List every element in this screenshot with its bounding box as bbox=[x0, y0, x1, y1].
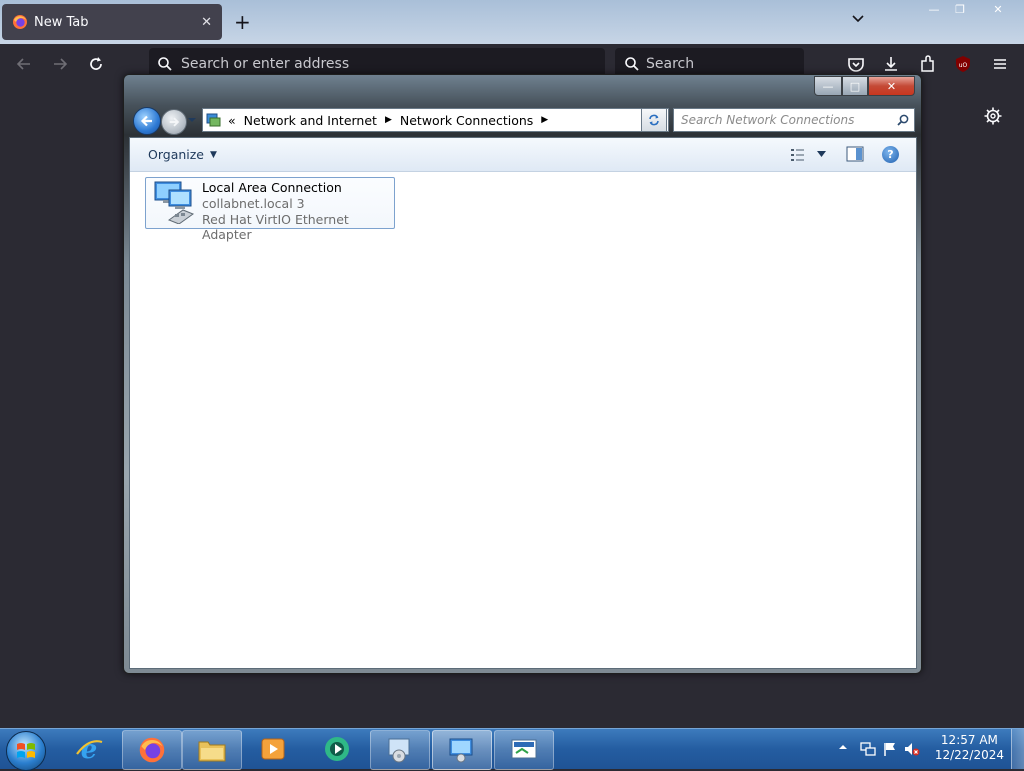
download-icon[interactable] bbox=[881, 54, 901, 74]
maximize-icon: □ bbox=[849, 79, 861, 93]
system-clock[interactable]: 12:57 AM 12/22/2024 bbox=[935, 733, 1004, 763]
gear-icon[interactable] bbox=[983, 106, 1003, 126]
command-bar: Organize ▼ ? bbox=[130, 138, 916, 172]
svg-text:e: e bbox=[81, 735, 98, 764]
tab-close-icon[interactable]: ✕ bbox=[201, 15, 212, 30]
window-restore-button[interactable]: ❐ bbox=[942, 0, 978, 18]
media-player-icon bbox=[261, 738, 285, 760]
network-icon[interactable] bbox=[860, 741, 876, 757]
back-arrow-icon[interactable] bbox=[14, 54, 34, 74]
close-button[interactable]: ✕ bbox=[868, 76, 915, 96]
file-explorer-icon bbox=[198, 741, 226, 762]
refresh-button[interactable] bbox=[641, 108, 667, 132]
firefox-icon bbox=[139, 737, 165, 763]
network-connections-icon bbox=[449, 738, 473, 763]
connection-network: collabnet.local 3 bbox=[202, 196, 305, 211]
restore-icon: ❐ bbox=[955, 2, 965, 16]
volume-muted-icon[interactable] bbox=[904, 741, 920, 757]
svg-text:uO: uO bbox=[959, 62, 968, 69]
action-center-flag-icon[interactable] bbox=[882, 741, 898, 757]
ublock-icon[interactable]: uO bbox=[953, 54, 973, 74]
preview-pane-icon[interactable] bbox=[846, 146, 864, 162]
network-adapter-icon bbox=[154, 181, 195, 224]
recent-pages-dropdown-icon[interactable] bbox=[187, 116, 197, 124]
show-desktop-button[interactable] bbox=[1011, 729, 1024, 769]
chevron-down-icon[interactable] bbox=[850, 10, 866, 26]
start-button[interactable] bbox=[6, 731, 46, 771]
breadcrumb-overflow[interactable]: « bbox=[228, 113, 236, 128]
search-placeholder: Search Network Connections bbox=[681, 113, 855, 127]
refresh-icon bbox=[649, 114, 659, 126]
breadcrumb-separator[interactable]: ▶ bbox=[385, 115, 392, 125]
search-icon bbox=[897, 114, 909, 126]
search-icon bbox=[625, 57, 639, 71]
search-network-connections-input[interactable]: Search Network Connections bbox=[673, 108, 915, 132]
forward-button[interactable] bbox=[161, 109, 187, 135]
forward-arrow-icon[interactable] bbox=[50, 54, 70, 74]
browser-tab[interactable]: New Tab ✕ bbox=[2, 4, 222, 40]
minimize-button[interactable]: — bbox=[814, 76, 842, 96]
notification-area: 12:57 AM 12/22/2024 bbox=[834, 729, 1024, 769]
organize-button[interactable]: Organize ▼ bbox=[148, 147, 217, 162]
maximize-button[interactable]: □ bbox=[842, 76, 868, 96]
tab-title: New Tab bbox=[34, 14, 89, 30]
address-bar[interactable]: « Network and Internet ▶ Network Connect… bbox=[202, 108, 669, 132]
taskbar-file-explorer[interactable] bbox=[182, 730, 242, 770]
taskbar-firefox[interactable] bbox=[122, 730, 182, 770]
minimize-icon: — bbox=[928, 2, 940, 16]
taskbar-media-player[interactable] bbox=[244, 730, 302, 768]
search-icon bbox=[158, 57, 172, 71]
taskbar: e 12:57 AM 12/22/2024 bbox=[0, 728, 1024, 771]
clock-time: 12:57 AM bbox=[940, 733, 998, 747]
menu-icon[interactable] bbox=[990, 54, 1010, 74]
firefox-icon bbox=[13, 15, 27, 29]
control-panel-icon bbox=[388, 738, 410, 763]
taskbar-control-panel[interactable] bbox=[370, 730, 430, 770]
pocket-icon[interactable] bbox=[846, 54, 866, 74]
taskbar-network-connections[interactable] bbox=[432, 730, 492, 770]
close-icon: ✕ bbox=[886, 79, 897, 93]
taskbar-chat-app[interactable] bbox=[308, 730, 366, 768]
chat-app-icon bbox=[325, 737, 349, 761]
network-connections-window[interactable]: — □ ✕ « Network and Internet ▶ Network C… bbox=[123, 74, 922, 674]
taskbar-internet-explorer[interactable]: e bbox=[60, 730, 118, 768]
breadcrumb-network-connections[interactable]: Network Connections bbox=[400, 113, 533, 128]
extensions-icon[interactable] bbox=[918, 54, 938, 74]
navigation-row: « Network and Internet ▶ Network Connect… bbox=[132, 107, 917, 135]
clock-date: 12/22/2024 bbox=[934, 748, 1004, 762]
reload-icon[interactable] bbox=[86, 54, 106, 74]
close-icon: ✕ bbox=[993, 2, 1003, 16]
chevron-down-icon: ▼ bbox=[210, 149, 217, 160]
breadcrumb-separator[interactable]: ▶ bbox=[541, 115, 548, 125]
search-placeholder: Search bbox=[646, 56, 695, 72]
browser-tab-bar: New Tab ✕ + — ❐ ✕ bbox=[0, 0, 1024, 44]
window-close-button[interactable]: ✕ bbox=[976, 0, 1020, 18]
internet-explorer-icon: e bbox=[76, 735, 103, 764]
content-pane[interactable]: Organize ▼ ? Local Area Connection colla… bbox=[129, 137, 917, 669]
back-arrow-icon bbox=[140, 115, 152, 127]
new-tab-button[interactable]: + bbox=[234, 10, 251, 34]
local-area-connection-item[interactable]: Local Area Connection collabnet.local 3 … bbox=[145, 177, 395, 242]
forward-arrow-icon bbox=[169, 117, 180, 127]
help-icon: ? bbox=[887, 148, 894, 161]
connection-name: Local Area Connection bbox=[202, 180, 342, 195]
windows-logo-icon bbox=[17, 743, 35, 758]
change-view-icon[interactable] bbox=[790, 147, 806, 163]
help-button[interactable]: ? bbox=[882, 146, 899, 163]
remote-desktop-icon bbox=[511, 739, 537, 759]
minimize-icon: — bbox=[822, 79, 834, 93]
connection-adapter: Red Hat VirtIO Ethernet Adapter bbox=[202, 212, 349, 242]
view-options-dropdown-icon[interactable] bbox=[817, 151, 826, 157]
organize-label: Organize bbox=[148, 147, 204, 162]
back-button[interactable] bbox=[133, 107, 161, 135]
caption-buttons: — □ ✕ bbox=[814, 76, 915, 96]
breadcrumb-network-and-internet[interactable]: Network and Internet bbox=[244, 113, 377, 128]
show-hidden-icons-icon[interactable] bbox=[838, 742, 848, 752]
taskbar-remote-desktop[interactable] bbox=[494, 730, 554, 770]
url-placeholder: Search or enter address bbox=[181, 56, 350, 72]
control-panel-icon bbox=[206, 113, 221, 127]
